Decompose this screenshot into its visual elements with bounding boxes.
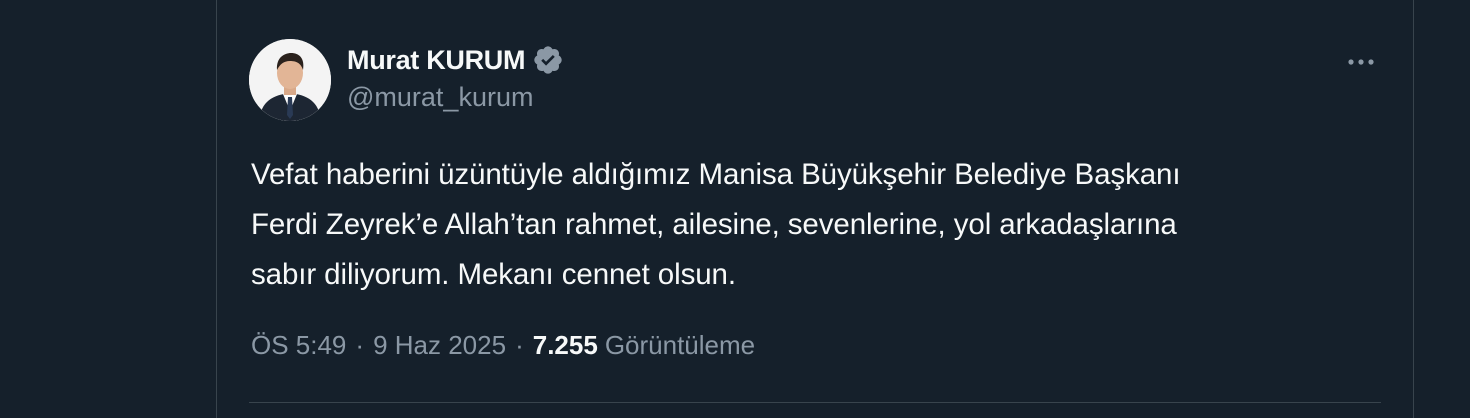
- timeline-column: Murat KURUM @murat_kurum Vefat haberini …: [216, 0, 1414, 418]
- more-horizontal-icon: [1348, 59, 1374, 65]
- avatar-photo: [249, 39, 331, 121]
- tweet-text-line: Ferdi Zeyrek’e Allah’tan rahmet, ailesin…: [251, 208, 1177, 241]
- tweet: Murat KURUM @murat_kurum Vefat haberini …: [249, 0, 1381, 418]
- more-options-button[interactable]: [1344, 48, 1378, 76]
- author-name-row: Murat KURUM: [347, 42, 564, 78]
- tweet-date-link[interactable]: 9 Haz 2025: [373, 330, 506, 361]
- meta-separator: ·: [355, 330, 365, 360]
- verified-badge-icon[interactable]: [532, 44, 564, 76]
- author-display-name[interactable]: Murat KURUM: [347, 45, 525, 76]
- avatar[interactable]: [249, 39, 331, 121]
- tweet-text-line: sabır diliyorum. Mekanı cennet olsun.: [251, 258, 736, 291]
- tweet-time-link[interactable]: ÖS 5:49: [251, 330, 346, 361]
- tweet-text: Vefat haberini üzüntüyle aldığımız Manis…: [251, 150, 1391, 300]
- views-count: 7.255: [532, 330, 598, 360]
- author-handle[interactable]: @murat_kurum: [347, 82, 533, 113]
- meta-separator: ·: [515, 330, 524, 360]
- tweet-meta: ÖS 5:49 · 9 Haz 2025 · 7.255 Görüntüleme: [251, 330, 755, 361]
- page: Murat KURUM @murat_kurum Vefat haberini …: [0, 0, 1470, 418]
- views-label: Görüntüleme: [604, 330, 756, 360]
- divider: [249, 402, 1381, 403]
- tweet-text-line: Vefat haberini üzüntüyle aldığımız Manis…: [251, 158, 1181, 191]
